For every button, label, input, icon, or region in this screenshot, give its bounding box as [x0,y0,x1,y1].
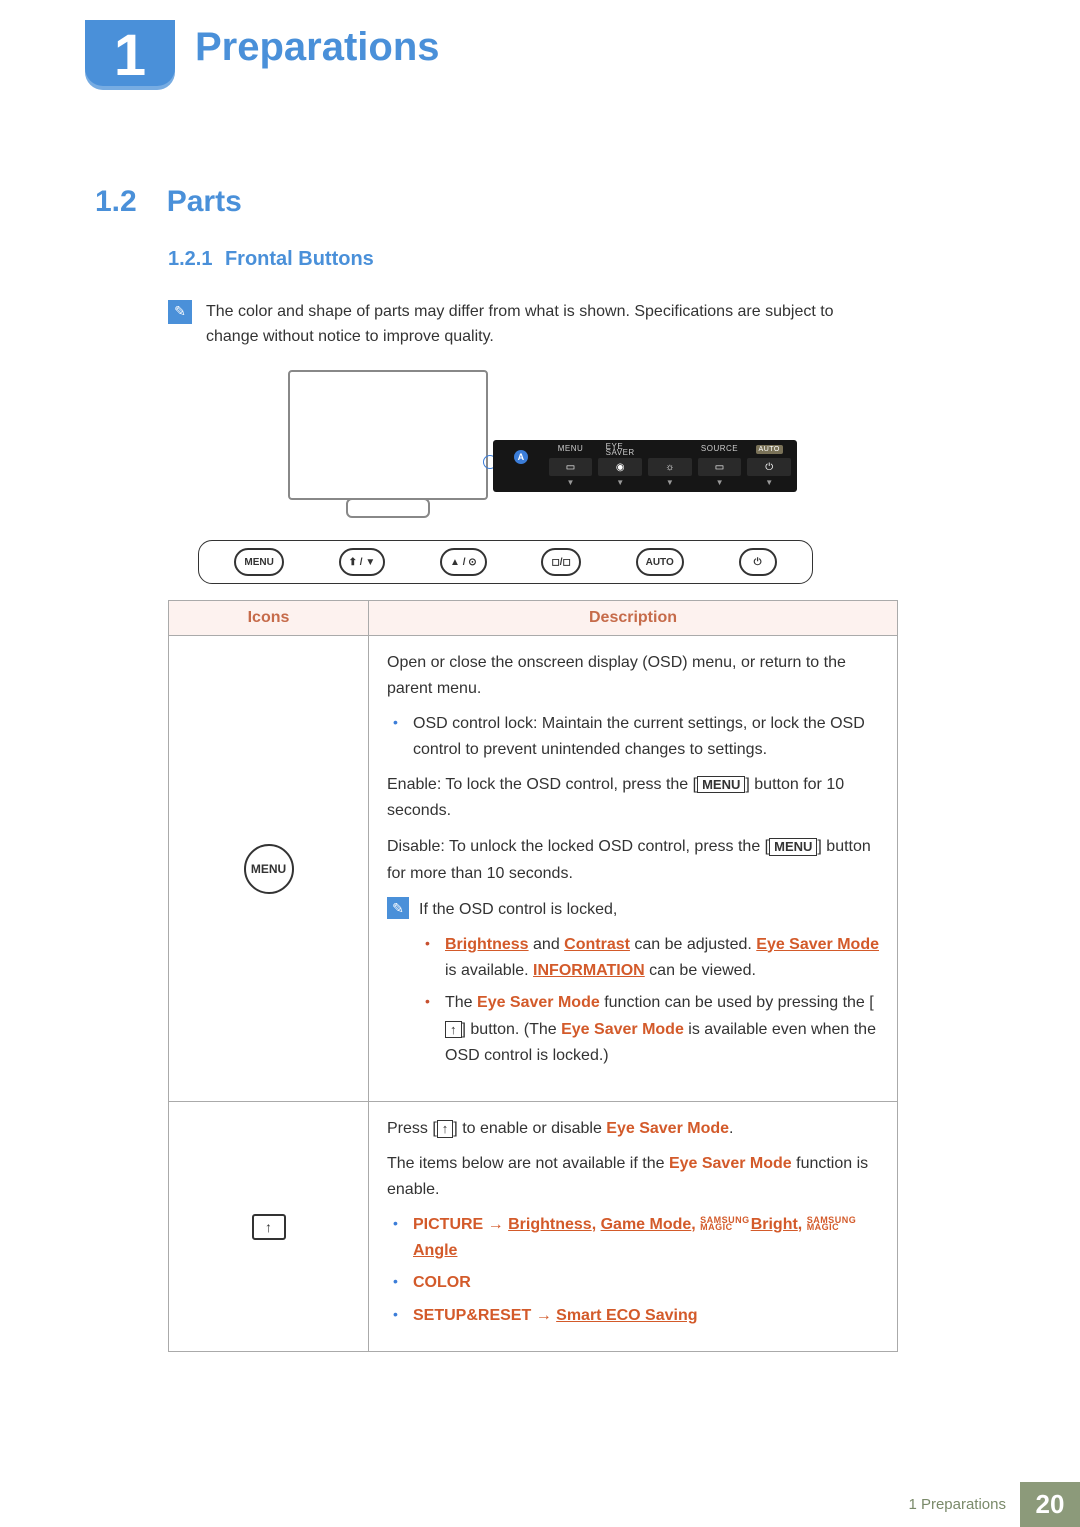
subnote-lead: If the OSD control is locked, [419,897,879,923]
row2-bullet-picture: PICTURE → Brightness, Game Mode, SAMSUNG… [393,1212,879,1265]
row2-bullet-color: COLOR [393,1270,879,1296]
arrow-up-inline-icon: ↑ [445,1021,462,1039]
eye-saver-icon: ◉ [598,458,642,476]
menu-button-icon: MENU [244,844,294,894]
chevron-down-icon: ▼ [567,478,575,488]
menu-button: MENU [234,548,283,576]
note-icon: ✎ [168,300,192,324]
subnote-bullet-1: Brightness and Contrast can be adjusted.… [425,932,879,985]
row1-subnote: ✎ If the OSD control is locked, Brightne… [387,897,879,1077]
chevron-down-icon: ▼ [765,478,773,488]
row1-intro: Open or close the onscreen display (OSD)… [387,650,879,703]
button-zoom-panel: A MENU ▭ ▼ EYESAVER ◉ ▼ ☼ ▼ SOURCE ▭ ▼ A… [493,440,797,492]
zoom-a-badge: A [514,450,528,464]
zoom-menu-label: MENU [558,444,584,456]
zoom-eyesaver-label: EYESAVER [606,444,635,456]
auto-button: AUTO [636,548,684,576]
zoom-source-label: SOURCE [701,444,738,456]
subsection-number: 1.2.1 [168,248,212,270]
menu-inline-icon: MENU [769,838,817,856]
row1-bullet-lock: OSD control lock: Maintain the current s… [393,711,879,764]
zoom-auto-badge: AUTO [756,445,783,454]
monitor-outline [288,370,488,500]
chevron-down-icon: ▼ [666,478,674,488]
source-icon: ▭ [698,458,742,476]
section-heading: 1.2 Parts [95,185,242,219]
section-number: 1.2 [95,185,137,219]
section-title: Parts [167,185,242,219]
physical-button-bar: MENU ⬆ / ▼ ▲ / ⊙ ◻/◻ AUTO ⏻ [198,540,813,584]
th-icons: Icons [169,601,369,635]
row2-bullet-setup: SETUP&RESET → Smart ECO Saving [393,1303,879,1329]
note-block: ✎ The color and shape of parts may diffe… [168,300,888,350]
menu-inline-icon: MENU [697,776,745,794]
table-row: MENU Open or close the onscreen display … [169,635,897,1101]
arrow-up-inline-icon: ↑ [437,1120,454,1138]
nav-up-button: ▲ / ⊙ [440,548,487,576]
chevron-down-icon: ▼ [716,478,724,488]
row2-p2: The items below are not available if the… [387,1151,879,1204]
buttons-description-table: Icons Description MENU Open or close the… [168,600,898,1352]
monitor-diagram: A MENU ▭ ▼ EYESAVER ◉ ▼ ☼ ▼ SOURCE ▭ ▼ A… [198,360,878,580]
note-icon: ✎ [387,897,409,919]
nav-down-button: ⬆ / ▼ [339,548,386,576]
row1-enable: Enable: To lock the OSD control, press t… [387,772,879,825]
footer-page-number: 20 [1020,1482,1080,1527]
power-button: ⏻ [739,548,777,576]
subsection-heading: 1.2.1 Frontal Buttons [168,248,374,271]
eye-saver-button-icon: ↑ [252,1214,286,1240]
subnote-bullet-2: The Eye Saver Mode function can be used … [425,990,879,1069]
row1-disable: Disable: To unlock the locked OSD contro… [387,834,879,887]
th-description: Description [369,601,897,635]
note-text: The color and shape of parts may differ … [206,300,888,350]
chapter-number-tab: 1 [85,20,175,90]
menu-icon: ▭ [549,458,593,476]
brightness-icon: ☼ [648,458,692,476]
table-row: ↑ Press [↑] to enable or disable Eye Sav… [169,1101,897,1351]
power-icon: ⏻ [747,458,791,476]
row2-p1: Press [↑] to enable or disable Eye Saver… [387,1116,879,1142]
subsection-title: Frontal Buttons [225,248,374,270]
chapter-title: Preparations [195,25,440,70]
page-footer: 1 Preparations 20 [0,1482,1080,1527]
footer-chapter-ref: 1 Preparations [894,1482,1020,1527]
source-button: ◻/◻ [541,548,580,576]
chevron-down-icon: ▼ [616,478,624,488]
